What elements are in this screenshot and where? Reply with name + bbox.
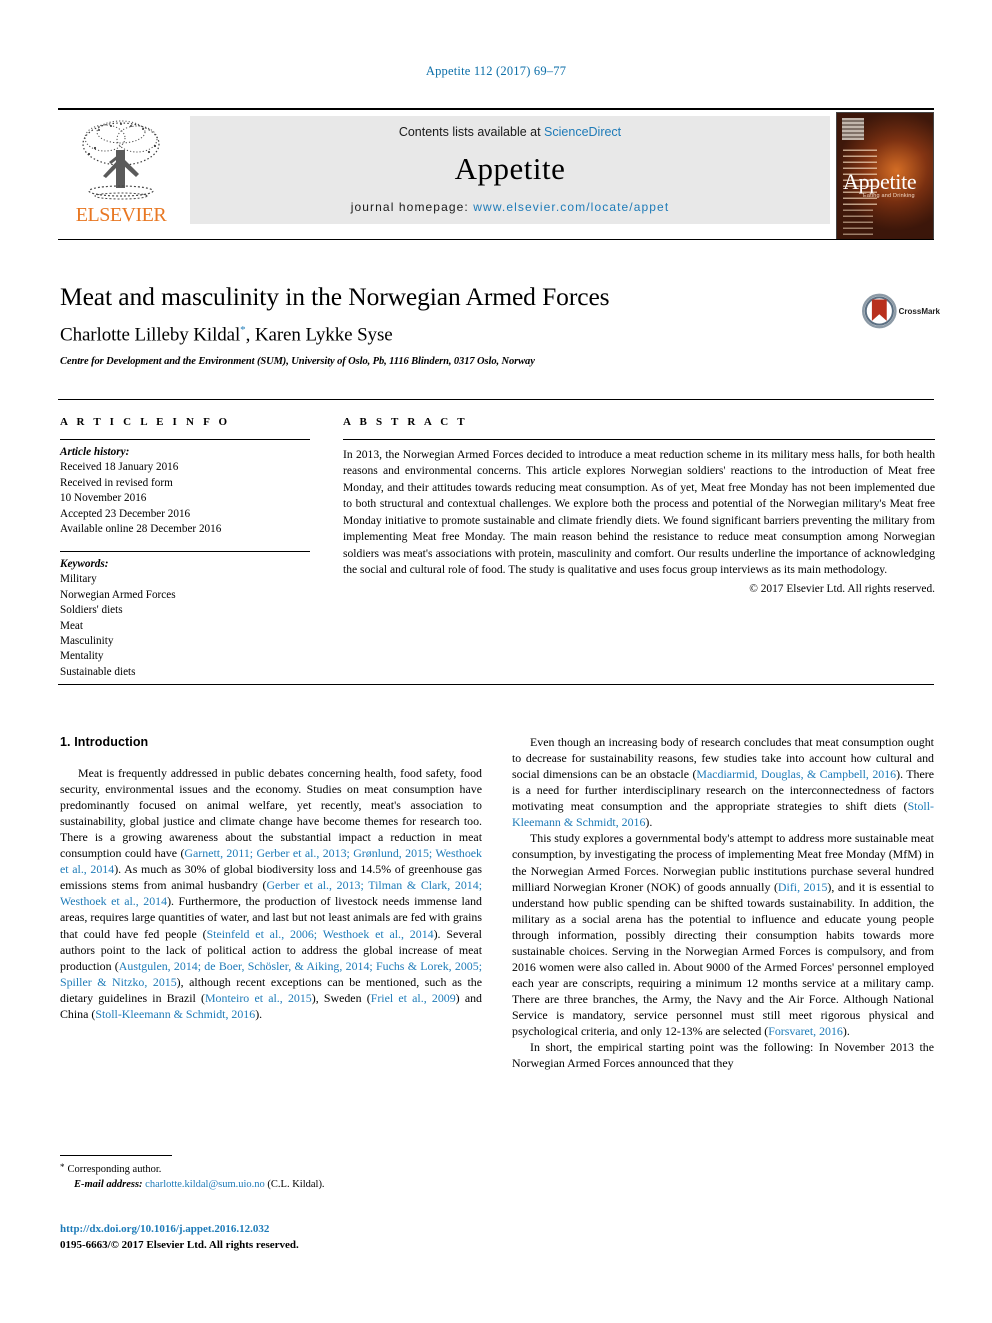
keyword-item: Sustainable diets bbox=[60, 665, 136, 678]
history-item: 10 November 2016 bbox=[60, 492, 147, 505]
text-run: ). bbox=[645, 815, 653, 830]
author-list: Charlotte Lilleby Kildal*, Karen Lykke S… bbox=[60, 324, 850, 346]
text-run: ). bbox=[842, 1024, 850, 1039]
cover-title: Appetite bbox=[843, 169, 917, 194]
text-run: ). bbox=[255, 1006, 263, 1021]
article-info-heading: A R T I C L E I N F O bbox=[60, 416, 231, 428]
body-column-left: 1. Introduction Meat is frequently addre… bbox=[60, 734, 482, 1022]
contents-prefix: Contents lists available at bbox=[398, 125, 545, 139]
citation-link[interactable]: Stoll-Kleemann & Schmidt, 2016 bbox=[95, 1007, 255, 1021]
cover-text-lines-lower bbox=[843, 207, 873, 235]
email-note: E-mail address: charlotte.kildal@sum.uio… bbox=[60, 1177, 482, 1192]
running-head: Appetite 112 (2017) 69–77 bbox=[425, 64, 567, 78]
paragraph-intro-3: This study explores a governmental body'… bbox=[512, 830, 934, 1039]
elsevier-logo: ELSEVIER bbox=[58, 116, 184, 240]
corresponding-author-text: Corresponding author. bbox=[67, 1164, 162, 1175]
journal-band: Contents lists available at ScienceDirec… bbox=[190, 116, 830, 224]
cover-subtitle: Eating and Drinking bbox=[863, 193, 915, 199]
keyword-item: Masculinity bbox=[60, 634, 114, 647]
crossmark-badge[interactable]: CrossMark bbox=[862, 288, 940, 334]
crossmark-icon bbox=[862, 293, 897, 329]
email-label: E-mail address: bbox=[74, 1179, 143, 1191]
title-block: Meat and masculinity in the Norwegian Ar… bbox=[60, 282, 850, 367]
abstract-copyright: © 2017 Elsevier Ltd. All rights reserved… bbox=[749, 582, 935, 595]
crossmark-label: CrossMark bbox=[898, 306, 940, 316]
history-item: Received in revised form bbox=[60, 476, 173, 489]
keyword-item: Meat bbox=[60, 619, 83, 632]
paragraph-intro-1: Meat is frequently addressed in public d… bbox=[60, 765, 482, 1022]
homepage-prefix: journal homepage: bbox=[350, 200, 474, 214]
info-top-rule bbox=[58, 399, 934, 400]
body-column-right: Even though an increasing body of resear… bbox=[512, 734, 934, 1071]
journal-cover-thumbnail: Appetite Eating and Drinking bbox=[836, 112, 934, 240]
asterisk-icon: * bbox=[60, 1162, 65, 1172]
sciencedirect-link[interactable]: ScienceDirect bbox=[544, 125, 621, 139]
elsevier-tree-icon bbox=[82, 120, 160, 200]
masthead-bottom-rule bbox=[58, 239, 934, 240]
citation-link[interactable]: Difi, 2015 bbox=[778, 880, 827, 894]
journal-homepage-line: journal homepage: www.elsevier.com/locat… bbox=[351, 200, 670, 214]
keyword-item: Military bbox=[60, 573, 97, 586]
cover-barcode-icon bbox=[842, 118, 864, 140]
contents-available-line: Contents lists available at ScienceDirec… bbox=[399, 125, 621, 139]
doi-link[interactable]: http://dx.doi.org/10.1016/j.appet.2016.1… bbox=[60, 1222, 520, 1238]
section-heading-introduction: 1. Introduction bbox=[60, 735, 149, 749]
keyword-item: Norwegian Armed Forces bbox=[60, 588, 176, 601]
affiliation: Centre for Development and the Environme… bbox=[60, 355, 535, 367]
citation-link[interactable]: Steinfeld et al., 2006; Westhoek et al.,… bbox=[207, 927, 434, 941]
paper-page: Appetite 112 (2017) 69–77 ELSEVIER Conte… bbox=[0, 0, 992, 1323]
citation-link[interactable]: Monteiro et al., 2015 bbox=[205, 991, 312, 1005]
corresponding-author-note: * Corresponding author. bbox=[60, 1161, 482, 1177]
author-first: Charlotte Lilleby Kildal bbox=[60, 324, 241, 346]
journal-homepage-link[interactable]: www.elsevier.com/locate/appet bbox=[473, 200, 669, 214]
abstract-text: In 2013, the Norwegian Armed Forces deci… bbox=[343, 448, 935, 577]
keyword-item: Soldiers' diets bbox=[60, 604, 123, 617]
paragraph-intro-2: Even though an increasing body of resear… bbox=[512, 734, 934, 830]
text-run: ), and it is essential to understand how… bbox=[512, 879, 934, 1039]
citation-link[interactable]: Macdiarmid, Douglas, & Campbell, 2016 bbox=[696, 767, 896, 781]
citation-link[interactable]: Friel et al., 2009 bbox=[371, 991, 456, 1005]
info-bottom-rule bbox=[58, 684, 934, 685]
article-info-column: A R T I C L E I N F O Article history: R… bbox=[60, 416, 310, 680]
email-link[interactable]: charlotte.kildal@sum.uio.no bbox=[145, 1179, 265, 1190]
author-rest: , Karen Lykke Syse bbox=[245, 324, 393, 346]
journal-title: Appetite bbox=[454, 151, 566, 186]
history-item: Received 18 January 2016 bbox=[60, 461, 179, 474]
elsevier-wordmark: ELSEVIER bbox=[75, 204, 167, 226]
article-history-block: Article history: Received 18 January 201… bbox=[60, 440, 310, 538]
keyword-item: Mentality bbox=[60, 650, 104, 663]
history-item: Available online 28 December 2016 bbox=[60, 523, 222, 536]
paragraph-intro-4: In short, the empirical starting point w… bbox=[512, 1040, 934, 1071]
citation-link[interactable]: Forsvaret, 2016 bbox=[768, 1024, 843, 1038]
text-run: ), Sweden ( bbox=[311, 990, 371, 1005]
abstract-column: A B S T R A C T In 2013, the Norwegian A… bbox=[343, 416, 935, 595]
abstract-heading: A B S T R A C T bbox=[343, 416, 468, 428]
footnote-block: * Corresponding author. E-mail address: c… bbox=[60, 1155, 482, 1192]
page-title: Meat and masculinity in the Norwegian Ar… bbox=[60, 282, 610, 311]
history-item: Accepted 23 December 2016 bbox=[60, 507, 191, 520]
footnote-rule bbox=[60, 1155, 172, 1156]
email-attribution: (C.L. Kildal). bbox=[267, 1179, 325, 1191]
doi-block: http://dx.doi.org/10.1016/j.appet.2016.1… bbox=[60, 1222, 520, 1254]
article-history-label: Article history: bbox=[60, 446, 130, 458]
issn-copyright-line: 0195-6663/© 2017 Elsevier Ltd. All right… bbox=[60, 1238, 299, 1251]
journal-masthead: ELSEVIER Contents lists available at Sci… bbox=[58, 108, 934, 240]
keywords-label: Keywords: bbox=[60, 557, 109, 570]
keywords-block: Keywords: Military Norwegian Armed Force… bbox=[60, 552, 310, 681]
